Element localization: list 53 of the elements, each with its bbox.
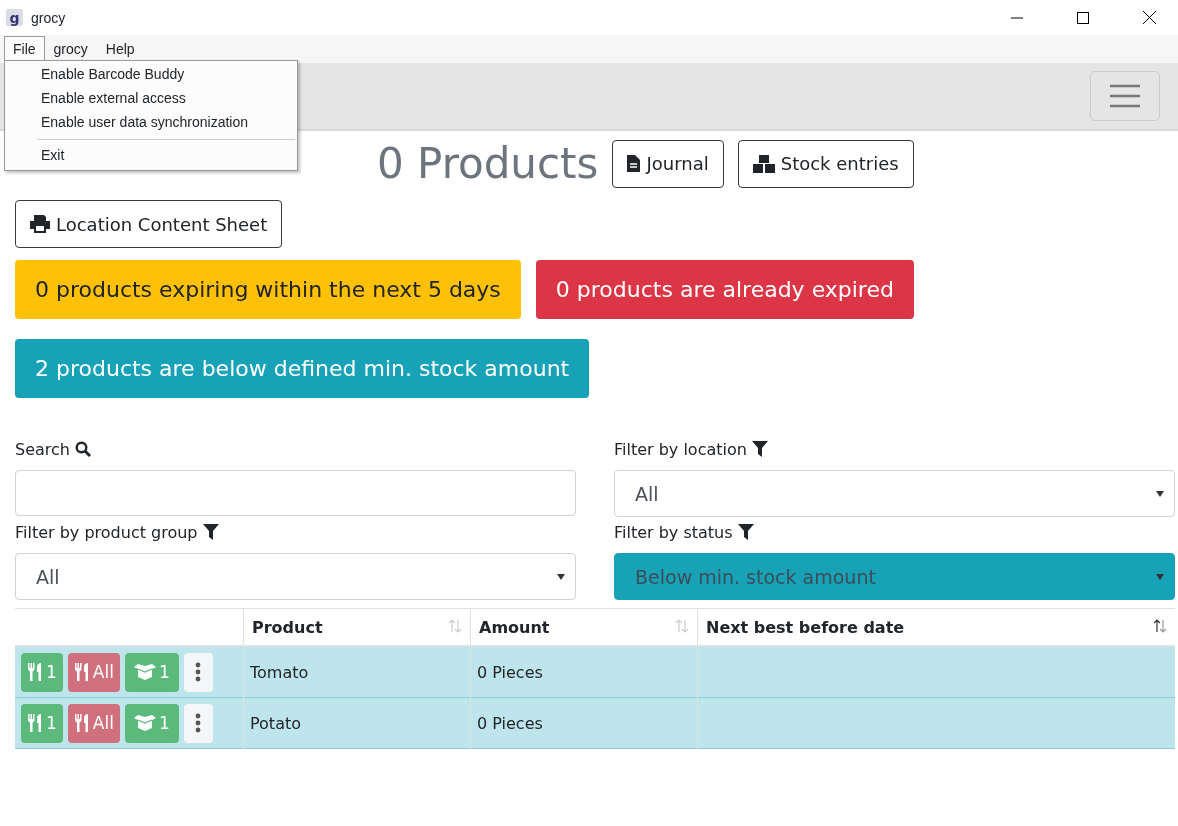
caret-icon: [1156, 490, 1164, 497]
filter-icon: [737, 524, 754, 540]
search-icon: [74, 441, 91, 457]
more-button[interactable]: [183, 652, 213, 692]
table-cell: Potato: [243, 697, 471, 749]
app-icon: g: [6, 9, 23, 26]
filter-select[interactable]: All: [15, 553, 576, 600]
location-sheet-button[interactable]: Location Content Sheet: [15, 200, 283, 248]
menu-entry[interactable]: Enable user data synchronization: [5, 111, 297, 135]
filter-label: Filter by location: [614, 439, 747, 459]
column-header[interactable]: Product: [252, 617, 323, 637]
filter-icon: [751, 441, 768, 457]
sort-icon[interactable]: [1153, 618, 1167, 633]
cutlery-icon: [73, 663, 90, 681]
menu-entry[interactable]: Enable Barcode Buddy: [5, 63, 297, 87]
product-count: 0 Products: [377, 139, 599, 188]
stock-entries-button[interactable]: Stock entries: [737, 139, 914, 188]
box-icon: [133, 715, 156, 731]
maximize-icon: [1077, 11, 1089, 24]
menu-icon: [1109, 84, 1141, 108]
kebab-icon: [195, 662, 202, 682]
window-title: grocy: [31, 9, 67, 26]
journal-button[interactable]: Journal: [612, 139, 724, 188]
kebab-icon: [195, 713, 202, 733]
table-cell: 0 Pieces: [470, 646, 698, 698]
status-alert[interactable]: 0 products are already expired: [535, 260, 914, 319]
caret-icon: [557, 573, 565, 580]
filter-label: Filter by product group: [15, 522, 198, 542]
menu-entry[interactable]: Enable external access: [5, 87, 297, 111]
filter-label: Search: [15, 439, 70, 459]
document-icon: [627, 155, 641, 172]
cutlery-icon: [27, 663, 43, 681]
status-alert[interactable]: 0 products expiring within the next 5 days: [15, 260, 521, 319]
menu-item[interactable]: Help: [96, 36, 144, 63]
filter-select[interactable]: All: [614, 470, 1175, 517]
table-cell: 0 Pieces: [470, 697, 698, 749]
filter-label: Filter by status: [614, 522, 733, 542]
printer-icon: [30, 215, 50, 233]
table-cell: Tomato: [243, 646, 471, 698]
column-header[interactable]: Amount: [479, 617, 550, 637]
filter-icon: [202, 524, 219, 540]
box-icon: [133, 664, 156, 680]
more-button[interactable]: [183, 703, 213, 743]
search-field[interactable]: [15, 470, 576, 516]
cutlery-icon: [27, 714, 43, 732]
column-header[interactable]: Next best before date: [706, 617, 905, 637]
boxes-icon: [752, 154, 775, 173]
caret-icon: [1156, 573, 1164, 580]
menu-item[interactable]: grocy: [44, 36, 97, 63]
close-icon: [1142, 11, 1156, 24]
menu-entry[interactable]: Exit: [5, 144, 297, 168]
menu-button[interactable]: [1090, 71, 1160, 121]
cutlery-icon: [73, 714, 90, 732]
